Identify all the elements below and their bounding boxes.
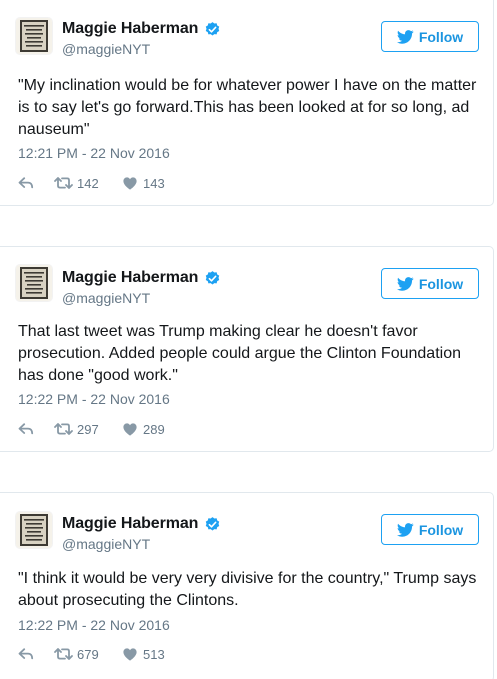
like-count: 513: [143, 646, 165, 662]
author-handle[interactable]: @maggieNYT: [62, 41, 221, 57]
follow-button[interactable]: Follow: [381, 514, 479, 545]
follow-label: Follow: [418, 275, 464, 292]
verified-badge-icon: [206, 21, 220, 36]
like-count: 143: [143, 175, 165, 191]
heart-icon: [123, 422, 137, 436]
author-name[interactable]: Maggie Haberman: [62, 269, 198, 287]
avatar-sign-icon[interactable]: [16, 512, 52, 548]
tweet-card: Maggie Haberman @maggieNYT Follow "My in…: [0, 0, 494, 206]
tweet-timestamp[interactable]: 12:22 PM - 22 Nov 2016: [18, 391, 170, 407]
author-name[interactable]: Maggie Haberman: [62, 515, 198, 533]
tweet-card: Maggie Haberman @maggieNYT Follow That l…: [0, 246, 494, 452]
like-button[interactable]: 143: [123, 176, 165, 191]
tweet-actions: 679 513: [18, 644, 165, 664]
retweet-count: 297: [77, 421, 99, 437]
retweet-icon: [54, 177, 73, 189]
retweet-button[interactable]: 297: [54, 422, 123, 437]
follow-button[interactable]: Follow: [381, 268, 479, 299]
avatar-sign-icon[interactable]: [16, 265, 52, 301]
reply-button[interactable]: [18, 423, 54, 435]
retweet-icon: [54, 423, 73, 435]
follow-button[interactable]: Follow: [381, 21, 479, 52]
twitter-bird-icon: [396, 276, 414, 291]
tweet-timestamp[interactable]: 12:22 PM - 22 Nov 2016: [18, 617, 170, 633]
author-name[interactable]: Maggie Haberman: [62, 20, 198, 38]
author-handle[interactable]: @maggieNYT: [62, 536, 221, 552]
like-button[interactable]: 513: [123, 647, 165, 662]
author-block[interactable]: Maggie Haberman @maggieNYT: [62, 514, 221, 552]
verified-badge-icon: [206, 516, 220, 531]
retweet-count: 679: [77, 646, 99, 662]
reply-icon: [18, 648, 34, 660]
retweet-button[interactable]: 679: [54, 647, 123, 662]
heart-icon: [123, 647, 137, 661]
author-block[interactable]: Maggie Haberman @maggieNYT: [62, 19, 221, 57]
follow-label: Follow: [418, 28, 464, 45]
retweet-count: 142: [77, 175, 99, 191]
tweet-text: "My inclination would be for whatever po…: [18, 77, 477, 138]
tweet-card: Maggie Haberman @maggieNYT Follow "I thi…: [0, 492, 494, 679]
tweet-text: That last tweet was Trump making clear h…: [18, 323, 461, 384]
retweet-button[interactable]: 142: [54, 176, 123, 191]
tweet-timestamp[interactable]: 12:21 PM - 22 Nov 2016: [18, 145, 170, 161]
heart-icon: [123, 176, 137, 190]
verified-badge-icon: [206, 270, 220, 285]
retweet-icon: [54, 648, 73, 660]
like-count: 289: [143, 421, 165, 437]
twitter-bird-icon: [396, 522, 414, 537]
tweet-actions: 297 289: [18, 419, 165, 439]
reply-button[interactable]: [18, 648, 54, 660]
twitter-bird-icon: [396, 29, 414, 44]
author-handle[interactable]: @maggieNYT: [62, 290, 221, 306]
tweet-feed: Maggie Haberman @maggieNYT Follow "My in…: [0, 0, 497, 679]
tweet-text: "I think it would be very very divisive …: [18, 570, 477, 609]
avatar-sign-icon[interactable]: [16, 18, 52, 54]
author-block[interactable]: Maggie Haberman @maggieNYT: [62, 268, 221, 306]
follow-label: Follow: [418, 521, 464, 538]
reply-icon: [18, 423, 34, 435]
reply-icon: [18, 177, 34, 189]
reply-button[interactable]: [18, 177, 54, 189]
tweet-actions: 142 143: [18, 173, 165, 193]
like-button[interactable]: 289: [123, 422, 165, 437]
